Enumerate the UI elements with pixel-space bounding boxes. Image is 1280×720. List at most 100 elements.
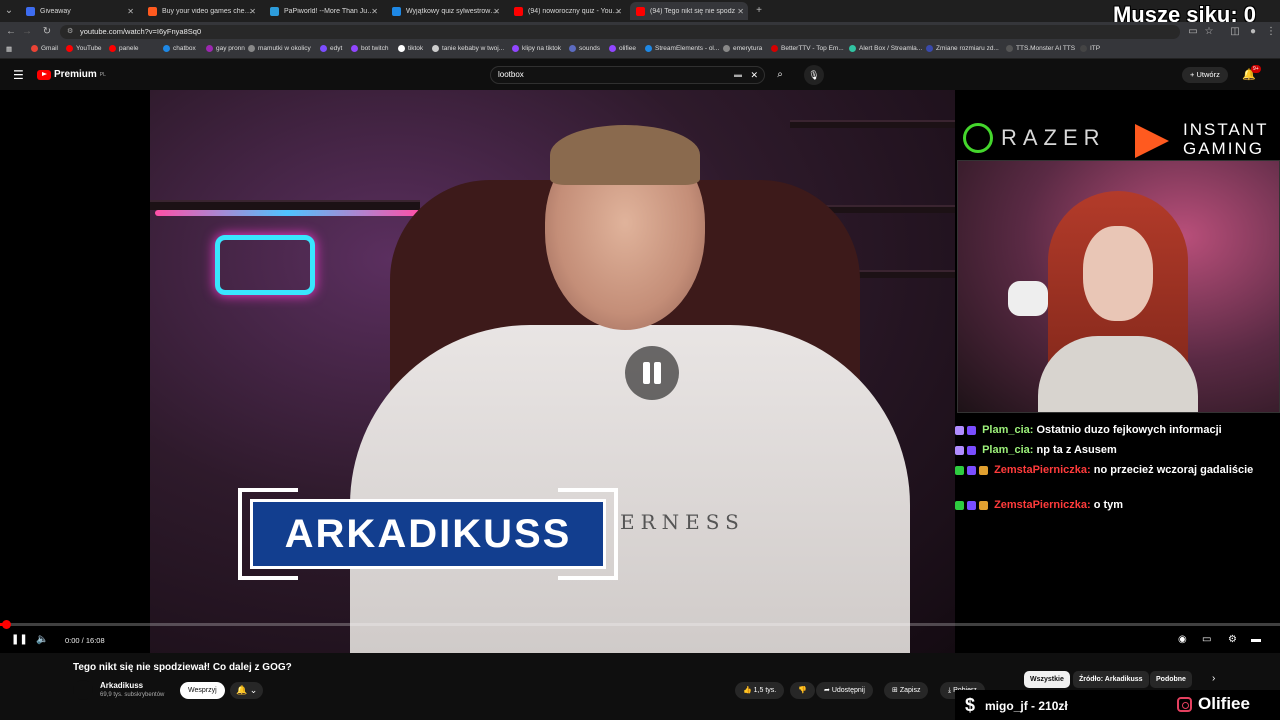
browser-tab[interactable]: Wyjątkowy quiz sylwestrowo-n ✕ [386,2,504,20]
create-label: Utwórz [1196,70,1220,79]
close-tab-icon[interactable]: ✕ [737,7,744,16]
bookmark-star-icon[interactable]: ☆ [1202,25,1216,39]
browser-tab-active[interactable]: (94) Tego nikt się nie spodz ✕ [630,2,748,20]
bookmark-item[interactable]: Alert Box / Streamla... [849,45,922,52]
channel-name[interactable]: Arkadikuss [100,681,143,690]
browser-tab[interactable]: (94) noworoczny quiz - YouTube ✕ [508,2,626,20]
chat-badge [955,425,964,435]
search-button[interactable]: ⌕ [767,66,793,84]
bookmark-item[interactable]: klipy na tiktok [512,45,561,52]
bookmark-item[interactable]: panele [109,45,139,52]
back-icon[interactable]: ← [4,25,18,39]
bookmark-item[interactable]: StreamElements - ol... [645,45,719,52]
notifications-badge: 9+ [1251,65,1261,73]
close-tab-icon[interactable]: ✕ [127,7,134,16]
youtube-logo[interactable]: Premium PL [37,69,106,80]
like-button[interactable]: 👍 1,5 tys. [735,682,785,699]
apps-grid-icon[interactable]: ▦ [6,45,12,53]
tab-favicon [392,6,401,16]
bookmark-label: olifiee [619,45,636,52]
reload-icon[interactable]: ↻ [40,25,54,39]
logo-text: Premium [54,69,97,80]
bookmark-label: TTS.Monster AI TTS [1016,45,1076,52]
chip-related[interactable]: Podobne [1150,671,1192,688]
bookmark-item[interactable]: TTS.Monster AI TTS [1006,45,1075,52]
new-tab-button[interactable]: + [752,4,766,18]
bookmark-item[interactable]: Zmiane rozmiaru zd... [926,45,999,52]
tab-search-icon[interactable]: ⌄ [2,4,16,18]
close-tab-icon[interactable]: ✕ [615,7,622,16]
browser-tab[interactable]: Buy your video games cheaper - I ✕ [142,2,260,20]
seek-bar-handle[interactable] [2,620,11,629]
search-input[interactable]: lootbox ▬ ✕ [490,66,765,84]
browser-tab[interactable]: PaPiworld! --More Than Just Pa ✕ [264,2,382,20]
bookmark-item[interactable]: olifiee [609,45,636,52]
extensions-icon[interactable]: ◫ [1228,25,1242,39]
chat-message: Plam_cia: np ta z Asusem [955,443,1280,458]
bookmark-item[interactable]: mamutki w okolicy [248,45,311,52]
bookmark-item[interactable]: sounds [569,45,600,52]
chip-all[interactable]: Wszystkie [1024,671,1070,688]
pause-icon[interactable]: ❚❚ [11,634,28,645]
channel-avatar[interactable] [73,680,93,700]
close-tab-icon[interactable]: ✕ [493,7,500,16]
bookmark-item[interactable]: YouTube [66,45,102,52]
save-button[interactable]: ⊞ Zapisz [884,682,929,699]
bookmark-item[interactable]: Gmail [31,45,58,52]
cast-icon[interactable]: ▭ [1186,25,1200,39]
bookmark-item[interactable]: tanie kebaby w twoj... [432,45,504,52]
chat-text: np ta z Asusem [1036,444,1117,456]
browser-tab[interactable]: Giveaway ✕ [20,2,138,20]
support-button[interactable]: Wesprzyj [180,682,225,699]
close-tab-icon[interactable]: ✕ [371,7,378,16]
streamer-face [1083,226,1153,321]
notification-settings-button[interactable]: 🔔 ⌄ [230,682,264,699]
menu-dots-icon[interactable]: ⋮ [1264,25,1278,39]
seek-bar[interactable] [0,620,1280,629]
bookmark-item[interactable]: gay pronn [206,45,245,52]
bookmark-item[interactable]: ITP [1080,45,1100,52]
shelf [790,120,955,128]
share-button[interactable]: ➦ Udostępnij [816,682,873,699]
bookmark-label: Alert Box / Streamla... [859,45,923,52]
chips-next-icon[interactable]: › [1212,673,1215,684]
theater-mode-icon[interactable]: ▬ [1251,634,1261,645]
voice-search-button[interactable]: 🎙 [804,65,824,85]
bookmark-item[interactable]: chatbox [163,45,196,52]
bookmark-label: BetterTTV - Top Em... [781,45,844,52]
bookmark-label: Zmiane rozmiaru zd... [936,45,999,52]
forward-icon[interactable]: → [20,25,34,39]
bookmark-label: gay pronn [216,45,245,52]
keyboard-icon[interactable]: ▬ [734,67,742,83]
tab-title: Wyjątkowy quiz sylwestrowo-n [406,7,498,15]
bookmark-item[interactable]: tiktok [398,45,423,52]
bookmark-item[interactable]: edyt [320,45,342,52]
bookmark-favicon [723,45,730,52]
autoplay-toggle-icon[interactable]: ◉ [1178,634,1187,645]
donation-text: migo_jf - 210zł [985,698,1068,713]
bookmark-favicon [109,45,116,52]
bookmarks-bar: ▦ Gmail YouTube panele chatbox gay pronn… [0,42,1280,59]
bookmark-favicon [569,45,576,52]
site-info-icon[interactable]: ⚙ [67,25,73,39]
neon-controller-sign [215,235,315,295]
bookmark-item[interactable]: bot twitch [351,45,388,52]
subtitles-icon[interactable]: ▭ [1202,634,1211,645]
dislike-button[interactable]: 👎 [790,682,815,699]
address-bar[interactable]: ⚙ youtube.com/watch?v=I6yFnya8Sq0 [60,25,1180,39]
center-pause-button[interactable] [625,346,679,400]
chip-source[interactable]: Źródło: Arkadikuss [1073,671,1149,688]
profile-icon[interactable]: ● [1246,25,1260,39]
nameplate-box: ARKADIKUSS [250,499,606,569]
clear-search-icon[interactable]: ✕ [750,67,758,83]
bookmark-item[interactable]: emerytura [723,45,762,52]
volume-icon[interactable]: 🔈 [36,634,48,645]
create-button[interactable]: + Utwórz [1182,67,1228,83]
bookmark-item[interactable]: BetterTTV - Top Em... [771,45,844,52]
close-tab-icon[interactable]: ✕ [249,7,256,16]
last-donation: $ migo_jf - 210zł [965,695,1068,716]
hamburger-menu-icon[interactable]: ☰ [13,68,24,82]
settings-gear-icon[interactable]: ⚙ [1228,634,1237,645]
bookmark-favicon [645,45,652,52]
video-player[interactable]: ON AIR ERNESS ARKADIKUSS RAZER INSTANT G… [0,90,1280,653]
